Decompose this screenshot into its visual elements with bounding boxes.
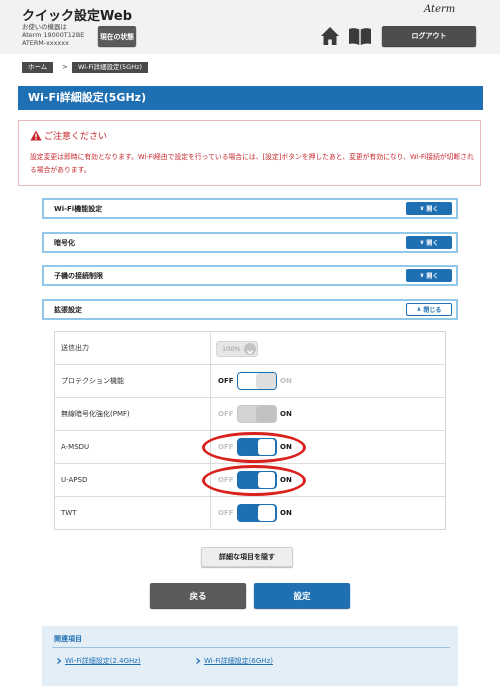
open-button-client-restriction[interactable]: ∨ 開く — [406, 269, 452, 282]
page-title: Wi-Fi詳細設定(5GHz) — [28, 91, 147, 104]
twt-on-label: ON — [280, 509, 292, 517]
link-wifi-2-4ghz[interactable]: Wi-Fi詳細設定(2.4GHz) — [65, 656, 141, 666]
warning-icon — [30, 130, 42, 141]
chevron-down-icon: ∨ — [419, 239, 425, 246]
amsdu-label: A-MSDU — [61, 443, 90, 451]
open-label: 開く — [426, 206, 439, 213]
section-extended-settings[interactable] — [42, 299, 458, 320]
chevron-down-icon — [244, 343, 256, 355]
uapsd-label: U-APSD — [61, 476, 88, 484]
section-label-encryption: 暗号化 — [54, 239, 75, 247]
brand-logo: Aterm — [424, 4, 456, 15]
back-button[interactable]: 戻る — [150, 583, 246, 608]
pmf-off-label: OFF — [218, 410, 234, 418]
section-label-extended-settings: 拡張設定 — [54, 306, 82, 314]
chevron-right-icon — [196, 658, 201, 664]
twt-label: TWT — [61, 509, 77, 517]
tx-power-label: 送信出力 — [61, 344, 89, 352]
section-encryption[interactable] — [42, 232, 458, 253]
table-row-divider — [55, 430, 445, 431]
breadcrumb-current: Wi-Fi詳細設定(5GHz) — [72, 62, 149, 73]
table-row-divider — [55, 364, 445, 365]
tx-power-value: 100% — [222, 345, 241, 353]
related-divider — [52, 647, 450, 648]
section-wifi-function[interactable] — [42, 198, 458, 219]
hide-details-button[interactable]: 詳細な項目を隠す — [201, 547, 293, 567]
device-label: お使いの機器は — [22, 23, 67, 31]
open-label: 開く — [426, 273, 439, 280]
twt-off-label: OFF — [218, 509, 234, 517]
protection-toggle-knob — [256, 373, 276, 389]
chevron-down-icon: ∨ — [419, 205, 425, 212]
chevron-down-icon: ∨ — [419, 272, 425, 279]
section-label-client-restriction: 子機の接続制限 — [54, 272, 103, 280]
home-icon[interactable] — [320, 26, 340, 46]
chevron-up-icon: ∧ — [416, 306, 422, 313]
close-button-extended-settings[interactable]: ∧ 閉じる — [406, 303, 452, 316]
open-button-wifi-function[interactable]: ∨ 開く — [406, 202, 452, 215]
manual-book-icon[interactable] — [348, 26, 372, 46]
logout-button[interactable]: ログアウト — [382, 26, 476, 46]
pmf-toggle-knob — [256, 406, 276, 422]
device-model: Aterm 19000T12BE — [22, 31, 85, 39]
caution-title: ご注意ください — [44, 132, 108, 142]
table-row-divider — [55, 496, 445, 497]
open-button-encryption[interactable]: ∨ 開く — [406, 236, 452, 249]
twt-toggle-knob — [258, 505, 275, 521]
device-name: ATERM-xxxxxx — [22, 39, 69, 47]
open-label: 開く — [426, 240, 439, 247]
set-button[interactable]: 設定 — [254, 583, 350, 608]
protection-on-label: ON — [280, 377, 292, 385]
close-label: 閉じる — [423, 307, 442, 314]
section-label-wifi-function: Wi-Fi機能設定 — [54, 205, 103, 213]
table-row-divider — [55, 463, 445, 464]
highlight-ellipse-amsdu — [202, 432, 306, 463]
highlight-ellipse-uapsd — [202, 465, 306, 496]
table-row-divider — [55, 397, 445, 398]
protection-off-label: OFF — [218, 377, 234, 385]
link-wifi-6ghz[interactable]: Wi-Fi詳細設定(6GHz) — [204, 656, 273, 666]
pmf-label: 無線暗号化強化(PMF) — [61, 410, 130, 418]
protection-label: プロテクション機能 — [61, 377, 124, 385]
app-title: クイック設定Web — [22, 9, 132, 24]
device-info: お使いの機器は Aterm 19000T12BE ATERM-xxxxxx — [22, 23, 84, 47]
breadcrumb-separator: > — [62, 63, 68, 71]
related-items-title: 関連項目 — [54, 635, 82, 643]
chevron-right-icon — [57, 658, 62, 664]
caution-text: 設定変更は即時に有効となります。Wi-Fi経由で設定を行っている場合には、[設定… — [30, 153, 474, 174]
breadcrumb-home[interactable]: ホーム — [22, 62, 54, 73]
current-status-button[interactable]: 現在の状態 — [98, 26, 136, 46]
pmf-on-label: ON — [280, 410, 292, 418]
section-client-restriction[interactable] — [42, 265, 458, 286]
